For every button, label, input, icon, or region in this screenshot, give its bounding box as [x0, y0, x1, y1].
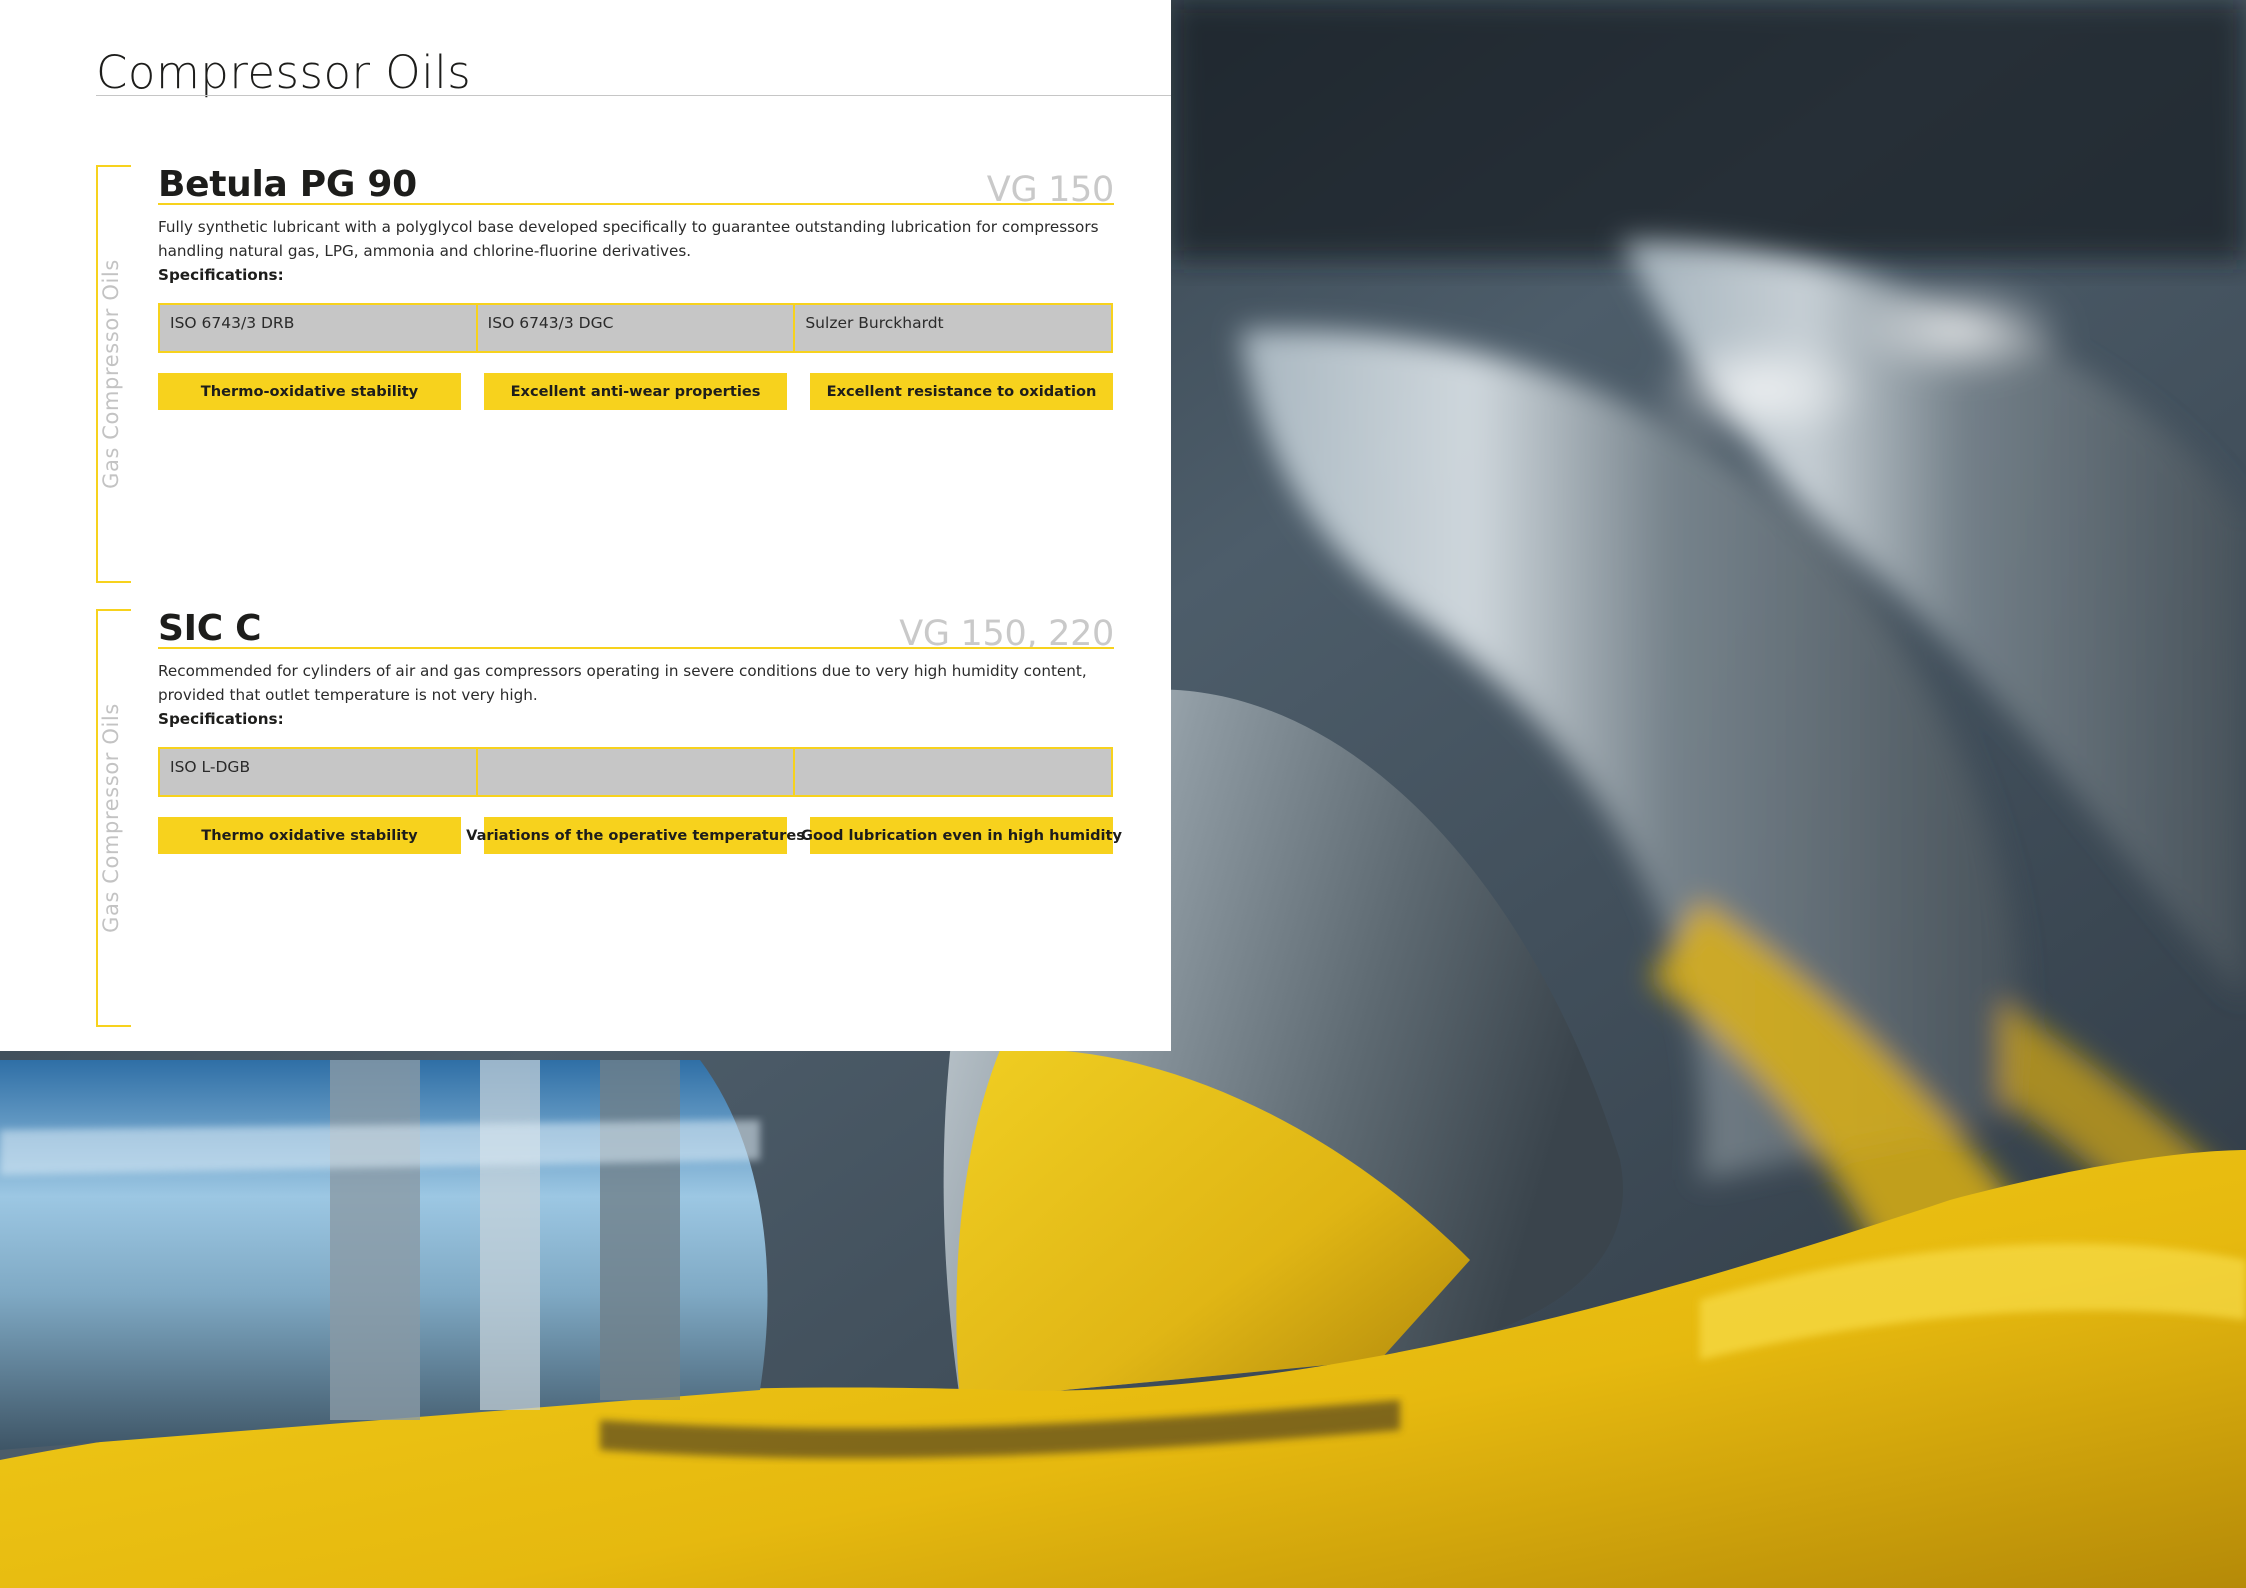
specification-cell — [478, 749, 796, 795]
specification-cell: ISO L-DGB — [160, 749, 478, 795]
product-name: Betula PG 90 — [158, 164, 417, 205]
feature-badge: Excellent anti-wear properties — [484, 373, 787, 410]
feature-badge: Thermo-oxidative stability — [158, 373, 461, 410]
specifications-label: Specifications: — [158, 266, 284, 284]
product-description: Fully synthetic lubricant with a polygly… — [158, 218, 1099, 260]
category-label: Gas Compressor Oils — [99, 259, 123, 489]
title-divider — [96, 95, 1171, 96]
content-panel: Compressor Oils Gas Compressor Oils Betu… — [0, 0, 1171, 1051]
category-label: Gas Compressor Oils — [99, 703, 123, 933]
specification-cell: Sulzer Burckhardt — [805, 314, 944, 332]
specification-cell: ISO 6743/3 DRB — [160, 305, 478, 351]
page-title: Compressor Oils — [96, 46, 472, 99]
product-divider — [158, 647, 1114, 649]
specifications-table: ISO L-DGB — [158, 747, 1113, 797]
specifications-table: ISO 6743/3 DRB ISO 6743/3 DGC Sulzer Bur… — [158, 303, 1113, 353]
product-description: Recommended for cylinders of air and gas… — [158, 662, 1087, 704]
specification-cell — [795, 749, 1111, 795]
feature-list: Thermo oxidative stability Variations of… — [158, 817, 1122, 854]
product-name: SIC C — [158, 608, 262, 649]
feature-badge: Variations of the operative temperatures — [466, 817, 805, 854]
specifications-label: Specifications: — [158, 710, 284, 728]
feature-badge: Good lubrication even in high humidity — [801, 817, 1122, 854]
feature-badge: Thermo oxidative stability — [158, 817, 461, 854]
feature-list: Thermo-oxidative stability Excellent ant… — [158, 373, 1113, 410]
feature-badge: Excellent resistance to oxidation — [810, 373, 1113, 410]
product-divider — [158, 203, 1114, 205]
specification-cell: ISO 6743/3 DGC — [478, 305, 796, 351]
